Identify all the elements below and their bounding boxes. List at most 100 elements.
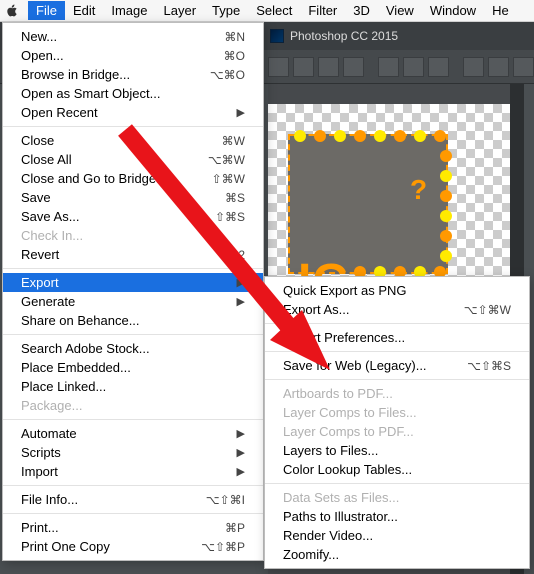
menu-item-label: Quick Export as PNG: [283, 283, 407, 298]
toolbar-button[interactable]: [403, 57, 424, 77]
submenu-arrow-icon: ▶: [237, 446, 245, 459]
dot: [440, 150, 452, 162]
file-menu-item[interactable]: Import▶: [3, 462, 263, 481]
toolbar-button[interactable]: [268, 57, 289, 77]
file-menu-item[interactable]: Generate▶: [3, 292, 263, 311]
menu-item-label: Share on Behance...: [21, 313, 140, 328]
file-menu-item[interactable]: Open...⌘O: [3, 46, 263, 65]
menu-item-shortcut: ⌘S: [225, 191, 245, 205]
toolbar-button[interactable]: [293, 57, 314, 77]
menubar[interactable]: File Edit Image Layer Type Select Filter…: [0, 0, 534, 22]
menu-item-shortcut: ⌥⌘O: [210, 68, 245, 82]
toolbar-button[interactable]: [463, 57, 484, 77]
file-menu-item[interactable]: Browse in Bridge...⌥⌘O: [3, 65, 263, 84]
menu-separator: [265, 323, 529, 324]
file-menu-item[interactable]: Place Linked...: [3, 377, 263, 396]
file-menu-item: Package...: [3, 396, 263, 415]
export-submenu[interactable]: Quick Export as PNGExport As...⌥⇧⌘WExpor…: [264, 276, 530, 569]
menu-separator: [3, 126, 263, 127]
export-menu-item[interactable]: Save for Web (Legacy)...⌥⇧⌘S: [265, 356, 529, 375]
file-menu-item[interactable]: Share on Behance...: [3, 311, 263, 330]
menu-item-label: Layers to Files...: [283, 443, 378, 458]
menu-separator: [3, 485, 263, 486]
menu-3d[interactable]: 3D: [345, 1, 378, 20]
file-menu-item[interactable]: Save As...⇧⌘S: [3, 207, 263, 226]
menu-file[interactable]: File: [28, 1, 65, 20]
dot: [354, 130, 366, 142]
toolbar-button[interactable]: [318, 57, 339, 77]
menu-image[interactable]: Image: [103, 1, 155, 20]
file-menu-item[interactable]: Search Adobe Stock...: [3, 339, 263, 358]
file-menu-item[interactable]: Close and Go to Bridge...⇧⌘W: [3, 169, 263, 188]
file-dropdown[interactable]: New...⌘NOpen...⌘OBrowse in Bridge...⌥⌘O O…: [2, 22, 264, 561]
export-menu-item[interactable]: Export As...⌥⇧⌘W: [265, 300, 529, 319]
export-menu-item[interactable]: Layers to Files...: [265, 441, 529, 460]
dot: [440, 230, 452, 242]
menu-separator: [3, 419, 263, 420]
menu-item-shortcut: ⇧⌘W: [212, 172, 245, 186]
file-menu-item[interactable]: Print One Copy⌥⇧⌘P: [3, 537, 263, 556]
menu-view[interactable]: View: [378, 1, 422, 20]
menu-item-label: Scripts: [21, 445, 61, 460]
apple-icon[interactable]: [4, 3, 20, 19]
toolbar-button[interactable]: [488, 57, 509, 77]
toolbar-button[interactable]: [513, 57, 534, 77]
toolbar-button[interactable]: [428, 57, 449, 77]
menu-item-label: Export: [21, 275, 59, 290]
file-menu-item[interactable]: File Info...⌥⇧⌘I: [3, 490, 263, 509]
app-title: Photoshop CC 2015: [290, 29, 398, 43]
menu-type[interactable]: Type: [204, 1, 248, 20]
menu-filter[interactable]: Filter: [300, 1, 345, 20]
menu-help[interactable]: He: [484, 1, 517, 20]
submenu-arrow-icon: ▶: [237, 276, 245, 289]
export-menu-item: Artboards to PDF...: [265, 384, 529, 403]
menu-item-label: Save for Web (Legacy)...: [283, 358, 427, 373]
file-menu-item[interactable]: Export ▶: [3, 273, 263, 292]
toolbar-button[interactable]: [378, 57, 399, 77]
dot: [440, 210, 452, 222]
menu-item-label: Layer Comps to PDF...: [283, 424, 414, 439]
export-menu-item[interactable]: Export Preferences...: [265, 328, 529, 347]
export-menu-item[interactable]: Zoomify...: [265, 545, 529, 564]
menu-item-label: Package...: [21, 398, 82, 413]
menu-item-label: Place Linked...: [21, 379, 106, 394]
menu-window[interactable]: Window: [422, 1, 484, 20]
file-menu-item[interactable]: Print...⌘P: [3, 518, 263, 537]
file-menu-item[interactable]: Save⌘S: [3, 188, 263, 207]
file-menu-item[interactable]: Open Recent▶: [3, 103, 263, 122]
export-menu-item[interactable]: Render Video...: [265, 526, 529, 545]
file-menu-item[interactable]: Automate▶: [3, 424, 263, 443]
file-menu-item[interactable]: Place Embedded...: [3, 358, 263, 377]
menu-item-label: Color Lookup Tables...: [283, 462, 412, 477]
toolbar-button[interactable]: [343, 57, 364, 77]
menu-item-label: Export As...: [283, 302, 349, 317]
dot: [394, 130, 406, 142]
menu-item-label: Open as Smart Object...: [21, 86, 160, 101]
file-menu-item[interactable]: Close All ⌥⌘W: [3, 150, 263, 169]
export-menu-item[interactable]: Quick Export as PNG: [265, 281, 529, 300]
dot: [374, 130, 386, 142]
file-menu-item[interactable]: Close⌘W: [3, 131, 263, 150]
file-menu-item[interactable]: RevertF12: [3, 245, 263, 264]
artwork-question: ?: [410, 174, 427, 206]
file-menu-item[interactable]: Scripts ▶: [3, 443, 263, 462]
menu-edit[interactable]: Edit: [65, 1, 103, 20]
menu-select[interactable]: Select: [248, 1, 300, 20]
menu-item-label: Close All: [21, 152, 72, 167]
menu-item-label: Export Preferences...: [283, 330, 405, 345]
menu-item-label: Layer Comps to Files...: [283, 405, 417, 420]
file-menu-item[interactable]: Open as Smart Object...: [3, 84, 263, 103]
export-menu-item: Layer Comps to Files...: [265, 403, 529, 422]
dot: [414, 130, 426, 142]
menu-item-label: New...: [21, 29, 57, 44]
export-menu-item[interactable]: Paths to Illustrator...: [265, 507, 529, 526]
menu-item-shortcut: ⌥⌘W: [208, 153, 245, 167]
menu-separator: [265, 379, 529, 380]
file-menu-item[interactable]: New...⌘N: [3, 27, 263, 46]
menu-item-shortcut: ⌘P: [225, 521, 245, 535]
menu-layer[interactable]: Layer: [156, 1, 205, 20]
dot: [434, 130, 446, 142]
file-menu-item: Check In...: [3, 226, 263, 245]
export-menu-item[interactable]: Color Lookup Tables...: [265, 460, 529, 479]
menu-item-label: Render Video...: [283, 528, 373, 543]
